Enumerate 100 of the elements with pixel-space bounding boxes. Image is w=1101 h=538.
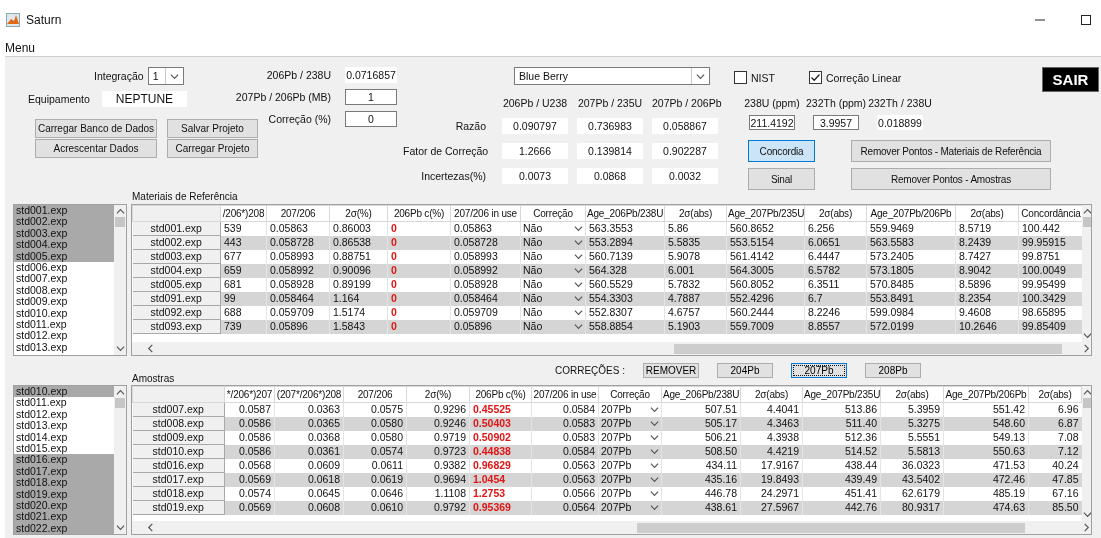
value-display: 0.736983 xyxy=(577,118,643,134)
table-cell: 0 xyxy=(387,221,451,236)
column-label: 232Th / 238U xyxy=(868,97,932,109)
scrollbar-thumb[interactable] xyxy=(115,216,125,227)
list-item[interactable]: std009.exp xyxy=(14,296,114,308)
list-item[interactable]: std008.exp xyxy=(14,284,114,297)
scroll-down-icon[interactable] xyxy=(115,344,125,353)
correction-dropdown[interactable]: Não xyxy=(523,250,583,263)
table-cell: 0 xyxy=(387,263,451,278)
correction-dropdown[interactable]: 207Pb xyxy=(601,459,659,472)
correction-dropdown[interactable]: Não xyxy=(523,306,583,319)
scroll-up-icon[interactable] xyxy=(115,207,125,216)
corrections-label: CORREÇÕES : xyxy=(555,365,625,376)
scrollbar-thumb[interactable] xyxy=(673,343,1062,354)
list-item[interactable]: std001.exp xyxy=(14,205,114,217)
input-field[interactable]: 3.9957 xyxy=(813,115,859,130)
list-item[interactable]: std014.exp xyxy=(14,431,114,443)
scroll-right-icon[interactable] xyxy=(1082,523,1091,532)
table-cell: 438.44 xyxy=(802,458,881,473)
table-cell: 4.4041 xyxy=(740,402,803,417)
scroll-right-icon[interactable] xyxy=(1082,344,1091,353)
correction-dropdown[interactable]: 207Pb xyxy=(601,431,659,444)
table-cell: 505.17 xyxy=(661,416,741,431)
correction-dropdown[interactable]: 207Pb xyxy=(601,403,659,417)
list-item[interactable]: std010.exp xyxy=(14,307,114,319)
list-item[interactable]: std012.exp xyxy=(14,330,114,342)
list-item[interactable]: std013.exp xyxy=(14,341,114,354)
correction-button[interactable]: 207Pb xyxy=(791,363,847,378)
table-cell: 0.0583 xyxy=(531,416,599,431)
scrollbar-thumb[interactable] xyxy=(1083,216,1091,227)
list-item[interactable]: std012.exp xyxy=(14,408,114,421)
list-item[interactable]: std002.exp xyxy=(14,216,114,228)
table-cell: 0.96829 xyxy=(469,458,532,473)
input-field[interactable]: 211.4192 xyxy=(749,115,795,130)
scroll-down-icon[interactable] xyxy=(1083,331,1091,340)
plot-button[interactable]: Sinal xyxy=(748,168,815,190)
scrollbar[interactable] xyxy=(132,342,1091,355)
scrollbar-thumb[interactable] xyxy=(636,522,1025,533)
list-item[interactable]: std010.exp xyxy=(14,386,114,398)
list-item[interactable]: std021.exp xyxy=(14,511,114,523)
list-item[interactable]: std011.exp xyxy=(14,318,114,331)
scrollbar-thumb[interactable] xyxy=(1083,397,1091,408)
checkbox[interactable] xyxy=(734,71,747,84)
menu-item[interactable]: Menu xyxy=(5,41,36,55)
correction-button[interactable]: REMOVER xyxy=(643,363,699,378)
correction-dropdown[interactable]: Não xyxy=(523,222,583,236)
scrollbar[interactable] xyxy=(1082,205,1091,342)
integration-dropdown[interactable]: 1 xyxy=(147,67,184,85)
project-button[interactable]: Carregar Banco de Dados xyxy=(35,119,157,138)
scrollbar[interactable] xyxy=(114,386,126,534)
checkbox[interactable] xyxy=(808,71,822,84)
scroll-up-icon[interactable] xyxy=(1083,388,1091,397)
list-item[interactable]: std011.exp xyxy=(14,397,114,409)
list-item[interactable]: std018.exp xyxy=(14,477,114,489)
scroll-down-icon[interactable] xyxy=(1083,510,1091,519)
list-item[interactable]: std006.exp xyxy=(14,261,114,274)
list-item[interactable]: std004.exp xyxy=(14,239,114,251)
reference-material-dropdown[interactable]: Blue Berry xyxy=(514,67,710,85)
table-cell: 8.2354 xyxy=(955,291,1019,306)
scrollbar-thumb[interactable] xyxy=(115,397,125,408)
table-cell: 0.0610 xyxy=(343,500,407,515)
project-button[interactable]: Acrescentar Dados xyxy=(35,139,157,158)
table-cell: 0.95369 xyxy=(469,500,532,515)
table-cell: 560.7139 xyxy=(585,249,665,264)
table-cell: 8.5896 xyxy=(955,277,1019,292)
remove-points-button[interactable]: Remover Pontos - Amostras xyxy=(851,168,1051,190)
chevron-down-icon[interactable] xyxy=(169,71,179,81)
input-field[interactable]: 1 xyxy=(345,89,397,105)
scrollbar[interactable] xyxy=(132,521,1091,534)
list-item[interactable]: std019.exp xyxy=(14,488,114,500)
list-item[interactable]: std013.exp xyxy=(14,420,114,432)
plot-button[interactable]: Concordia xyxy=(748,140,815,162)
table-cell: 0.059709 xyxy=(266,305,330,320)
table-cell: 511.40 xyxy=(802,416,881,431)
table-cell: 553.2894 xyxy=(585,235,665,250)
scroll-left-icon[interactable] xyxy=(146,523,155,532)
list-item[interactable]: std007.exp xyxy=(14,273,114,285)
maximize-icon[interactable] xyxy=(1081,15,1091,25)
table-cell: 559.7009 xyxy=(726,319,805,334)
correction-button[interactable]: 208Pb xyxy=(865,363,921,378)
scrollbar[interactable] xyxy=(114,205,126,355)
list-item[interactable]: std015.exp xyxy=(14,442,114,455)
scrollbar[interactable] xyxy=(1082,386,1091,521)
chevron-down-icon[interactable] xyxy=(696,71,705,81)
project-button[interactable]: Carregar Projeto xyxy=(167,139,258,158)
remove-points-button[interactable]: Remover Pontos - Materiais de Referência xyxy=(851,140,1051,162)
table-cell: 0.058992 xyxy=(266,263,330,278)
correction-dropdown[interactable]: Não xyxy=(523,278,583,291)
scroll-down-icon[interactable] xyxy=(115,523,125,532)
scroll-up-icon[interactable] xyxy=(1083,207,1091,216)
list-item[interactable]: std016.exp xyxy=(14,454,114,466)
exit-button[interactable]: SAIR xyxy=(1042,67,1099,92)
table-cell: 99 xyxy=(220,291,267,306)
scroll-left-icon[interactable] xyxy=(146,344,155,353)
list-item[interactable]: std005.exp xyxy=(14,250,114,262)
input-field[interactable]: 0 xyxy=(345,111,397,127)
correction-dropdown[interactable]: 207Pb xyxy=(601,487,659,500)
project-button[interactable]: Salvar Projeto xyxy=(167,119,258,138)
scroll-up-icon[interactable] xyxy=(115,388,125,397)
correction-button[interactable]: 204Pb xyxy=(717,363,773,378)
